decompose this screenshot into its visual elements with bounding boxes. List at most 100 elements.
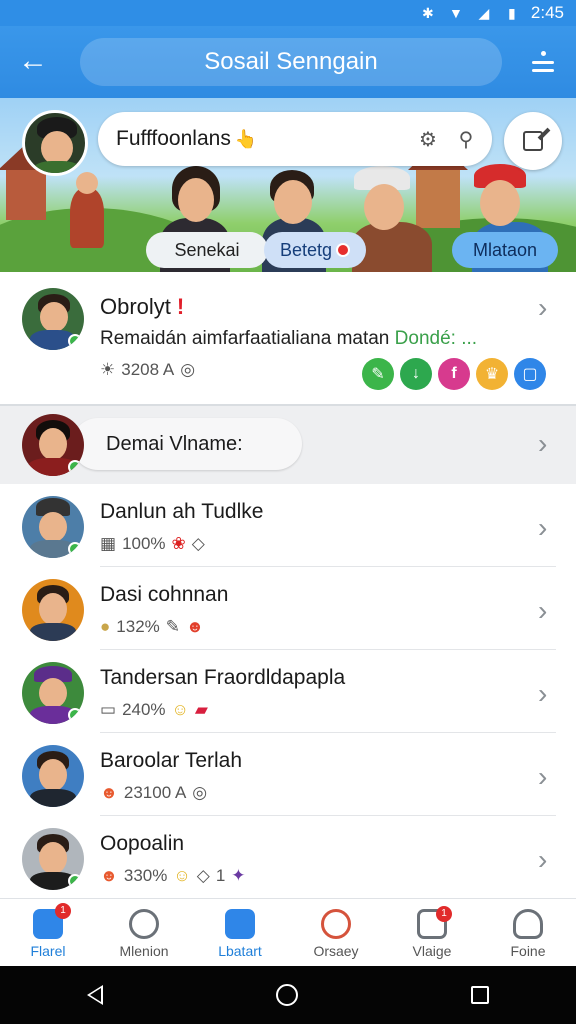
battery-icon: ▮ (508, 5, 516, 21)
contact-name: Baroolar Terlah (100, 749, 243, 772)
profile-icon (513, 909, 543, 939)
leaf-icon[interactable]: ✎ (362, 358, 394, 390)
compose-button[interactable] (504, 112, 562, 170)
nav-mention[interactable]: Mlenion (96, 899, 192, 966)
composer-text: Fufffoonlans (116, 127, 231, 150)
more-vertical-icon[interactable] (530, 46, 556, 80)
nav-label: Vlaige (412, 943, 452, 959)
sun-icon: ☀ (100, 360, 116, 379)
nav-home[interactable]: 1 Flarel (0, 899, 96, 966)
nav-label: Mlenion (119, 943, 169, 959)
drum-icon: ◎ (192, 783, 208, 802)
online-indicator (68, 460, 82, 474)
chevron-right-icon[interactable]: › (538, 294, 554, 322)
contact-name: Dasi cohnnan (100, 583, 229, 606)
contact-name: Oopoalin (100, 832, 185, 855)
list-item[interactable]: Dasi cohnnan ● 132% ✎ ☻ › (0, 567, 576, 650)
notification-badge: 1 (55, 903, 71, 919)
online-indicator (68, 334, 82, 348)
alert-mark: ! (176, 294, 185, 319)
avatar[interactable] (22, 828, 84, 890)
featured-card[interactable]: Obrolyt! Remaidán aimfarfaatialiana mata… (0, 272, 576, 406)
system-home-icon[interactable] (275, 984, 298, 1006)
avatar[interactable] (22, 745, 84, 807)
chevron-right-icon[interactable]: › (538, 763, 554, 791)
online-indicator (68, 542, 82, 556)
bottom-navigation: 1 Flarel Mlenion Lbatart Orsaey 1 Vlaige… (0, 898, 576, 966)
rose-icon: ❀ (171, 534, 186, 553)
app-bar: ← Sosail Senngain (0, 26, 576, 98)
nav-contacts[interactable]: Lbatart (192, 899, 288, 966)
pen-icon: ✎ (165, 617, 181, 636)
settings-icon[interactable]: ⚙ (414, 126, 442, 154)
nav-camera[interactable]: 1 Vlaige (384, 899, 480, 966)
reaction-row: ✎ ↓ f ♛ ▢ (362, 358, 546, 390)
profile-avatar[interactable] (22, 110, 88, 176)
camera-icon: 1 (417, 906, 452, 939)
chip-label: Senekai (174, 239, 240, 260)
bluetooth-icon: ✱ (422, 5, 434, 21)
list-item[interactable]: Danlun ah Tudlke ▦ 100% ❀ ◇ › (0, 484, 576, 567)
avatar[interactable] (22, 579, 84, 641)
meta-text: 240% (122, 700, 166, 719)
wifi-icon: ▼ (448, 5, 463, 21)
download-icon[interactable]: ↓ (400, 358, 432, 390)
name-text: Obrolyt (100, 294, 171, 319)
chevron-right-icon[interactable]: › (538, 514, 554, 542)
facebook-icon[interactable]: f (438, 358, 470, 390)
contact-meta: ▦ 100% ❀ ◇ (100, 534, 205, 554)
chevron-right-icon[interactable]: › (538, 430, 554, 458)
page-title: Sosail Senngain (80, 38, 502, 86)
avatar[interactable] (22, 288, 84, 350)
notification-dot (336, 243, 351, 257)
mention-icon (129, 909, 159, 939)
contact-meta: ☻ 23100 A ◎ (100, 783, 207, 803)
heart-icon (321, 909, 351, 939)
status-composer[interactable]: Fufffoonlans 👆 ⚙ ⚲ (98, 112, 492, 166)
app-screen: ✱ ▼ ◢ ▮ 2:45 ← Sosail Senngain Fufffoonl… (0, 0, 576, 1024)
square-icon[interactable]: ▢ (514, 358, 546, 390)
pin-icon[interactable]: ⚲ (452, 126, 480, 154)
chip-senekai[interactable]: Senekai (146, 232, 268, 268)
box-icon: ▭ (100, 700, 117, 719)
avatar[interactable] (22, 662, 84, 724)
nav-label: Lbatart (218, 943, 262, 959)
list-item[interactable]: Tandersan Fraordldapapla ▭ 240% ☺ ▰ › (0, 650, 576, 733)
back-arrow-icon[interactable]: ← (18, 46, 58, 78)
nav-label: Flarel (30, 943, 66, 959)
nav-heart[interactable]: Orsaey (288, 899, 384, 966)
contact-description: Remaidán aimfarfaatialiana matan Dondé: … (100, 328, 477, 350)
contacts-icon (225, 909, 255, 939)
contact-name: Danlun ah Tudlke (100, 500, 264, 523)
contact-meta: ● 132% ✎ ☻ (100, 617, 204, 637)
section-label: Demai Vlname: (106, 432, 243, 455)
nav-label: Orsaey (313, 943, 359, 959)
edit-icon (523, 131, 543, 151)
chip-betetg[interactable]: Betetg (264, 232, 366, 268)
crown-icon[interactable]: ♛ (476, 358, 508, 390)
system-recents-icon[interactable] (471, 986, 490, 1004)
meta-count: 1 (215, 866, 226, 885)
gift-icon: ✦ (231, 866, 246, 885)
drum-icon: ◎ (180, 360, 196, 379)
emoji-icon: ☻ (100, 866, 118, 885)
chevron-right-icon[interactable]: › (538, 680, 554, 708)
emoji-icon: ☻ (100, 783, 118, 802)
contact-meta: ▭ 240% ☺ ▰ (100, 700, 208, 720)
system-back-icon[interactable] (86, 985, 103, 1005)
avatar[interactable] (22, 496, 84, 558)
chip-label: Betetg (279, 239, 333, 260)
description-text: Remaidán aimfarfaatialiana matan (100, 328, 395, 349)
chevron-right-icon[interactable]: › (538, 597, 554, 625)
chevron-right-icon[interactable]: › (538, 846, 554, 874)
meta-text: 3208 A (121, 360, 175, 379)
tag-icon: ◇ (196, 866, 210, 885)
emoji-icon: ☺ (173, 866, 191, 885)
chip-mlataon[interactable]: Mlataon (452, 232, 558, 268)
list-item[interactable]: Oopoalin ☻ 330% ☺ ◇ 1 ✦ › (0, 816, 576, 899)
nav-profile[interactable]: Foine (480, 899, 576, 966)
section-header[interactable]: Demai Vlname: › (0, 406, 576, 484)
meta-text: 100% (122, 534, 166, 553)
list-item[interactable]: Baroolar Terlah ☻ 23100 A ◎ › (0, 733, 576, 816)
avatar[interactable] (22, 414, 84, 476)
